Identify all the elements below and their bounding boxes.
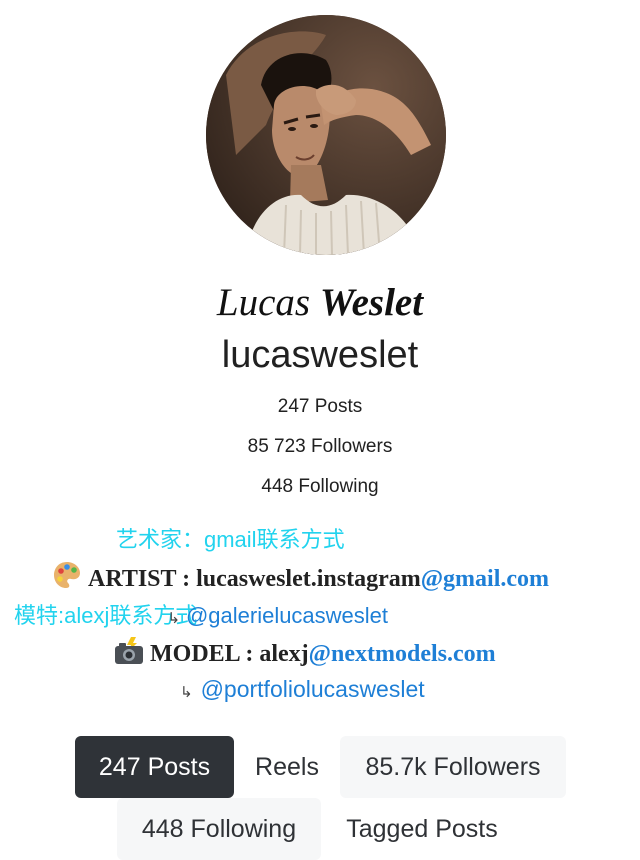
bio-line-artist-cn: 艺术家：gmail联系方式 (116, 527, 345, 552)
tab-following[interactable]: 448 Following (117, 798, 321, 860)
display-name-regular: Lucas (216, 281, 320, 324)
bio-line-portfolio: ↳ @portfoliolucasweslet (180, 676, 425, 703)
posts-count: 247 Posts (277, 396, 363, 417)
tab-followers[interactable]: 85.7k Followers (340, 736, 566, 798)
arrow-icon: ↳ (167, 610, 180, 627)
bio-line-model: MODEL : alexj@nextmodels.com (114, 637, 496, 672)
model-label: MODEL : alexj (150, 641, 309, 667)
bio-line-artist: ARTIST : lucasweslet.instagram@gmail.com (52, 560, 549, 597)
arrow-icon: ↳ (180, 684, 193, 701)
profile-avatar[interactable] (206, 15, 446, 255)
username: lucasweslet (221, 334, 419, 376)
bio-line-model-cn: 模特:alexj联系方式↳ @galerielucasweslet (14, 598, 388, 630)
tab-tagged-posts[interactable]: Tagged Posts (321, 798, 523, 860)
display-name-bold: Weslet (319, 281, 424, 324)
following-count: 448 Following (261, 476, 379, 497)
artist-label: ARTIST : lucasweslet.instagram (88, 566, 421, 592)
camera-flash-icon (114, 637, 144, 672)
profile-photo (206, 15, 446, 255)
artist-email-link[interactable]: @gmail.com (421, 566, 549, 592)
model-agency-link[interactable]: @nextmodels.com (309, 641, 496, 667)
palette-icon (52, 560, 82, 597)
portfolio-mention-link[interactable]: @portfoliolucasweslet (201, 676, 425, 702)
tab-posts[interactable]: 247 Posts (75, 736, 234, 798)
followers-count: 85 723 Followers (247, 436, 393, 457)
galerie-mention-link[interactable]: @galerielucasweslet (186, 603, 388, 628)
tab-reels[interactable]: Reels (234, 736, 340, 798)
display-name: Lucas Weslet (0, 280, 640, 325)
